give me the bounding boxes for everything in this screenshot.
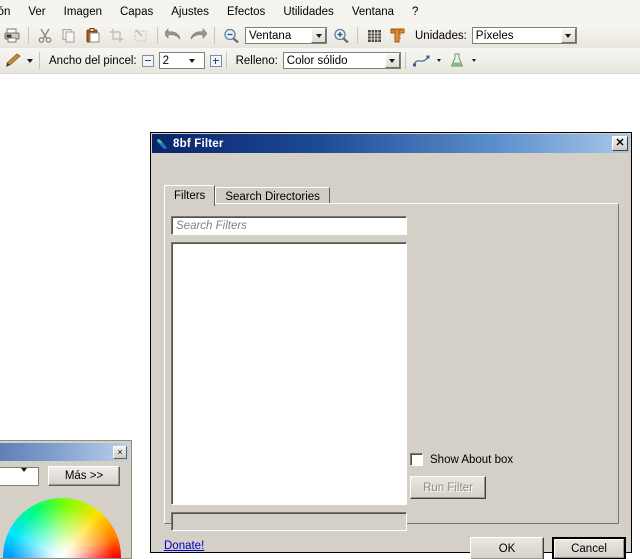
tool-options-toolbar: Ancho del pincel: 2 Relleno: Color sólid… [0,48,640,74]
menu-efectos[interactable]: Efectos [218,2,274,22]
brush-options-chevron-icon[interactable] [24,53,35,69]
palette-title-bar[interactable]: × [0,443,129,461]
paste-icon[interactable] [82,25,104,46]
blend-mode-icon[interactable] [446,50,468,71]
fill-combo[interactable]: Color sólido [282,52,401,69]
brush-width-value: 2 [162,54,169,67]
undo-icon[interactable] [163,25,185,46]
dialog-title-bar[interactable]: 8bf Filter ✕ [152,134,630,153]
color-wheel[interactable] [3,498,121,558]
progress-bar [171,512,407,531]
colors-palette-window: × Más >> [0,440,132,559]
menu-capas[interactable]: Capas [111,2,162,22]
menu-help[interactable]: ? [403,2,427,22]
toolbar-separator [157,27,158,44]
8bf-filter-dialog: 8bf Filter ✕ Filters Search Directories … [150,132,632,559]
dialog-body: Filters Search Directories Search Filter… [151,154,631,559]
curve-type-icon[interactable] [411,50,433,71]
paintbrush-icon[interactable] [1,50,23,71]
chevron-down-icon[interactable] [311,28,326,43]
show-about-box-row[interactable]: Show About box [410,453,513,466]
toolbar-separator [404,52,406,69]
cancel-button[interactable]: Cancel [552,537,626,559]
chevron-down-icon[interactable] [21,467,38,485]
menu-ajustes[interactable]: Ajustes [162,2,218,22]
palette-combo[interactable] [0,466,39,486]
menu-edicion[interactable]: ión [0,2,19,22]
toolbar-separator [225,52,227,69]
cancel-button-label: Cancel [554,539,624,558]
zoom-out-icon[interactable] [220,25,242,46]
more-button[interactable]: Más >> [48,466,120,486]
run-filter-button[interactable]: Run Filter [410,476,486,499]
close-icon[interactable]: × [113,445,127,459]
search-filters-input[interactable]: Search Filters [171,216,407,235]
search-filters-placeholder: Search Filters [176,219,247,232]
redo-icon[interactable] [187,25,209,46]
brush-width-label: Ancho del pincel: [49,54,137,67]
chevron-down-icon[interactable] [384,53,400,68]
units-value: Píxeles [475,29,514,42]
chevron-down-icon[interactable] [188,58,204,63]
palette-top-row: Más >> [0,466,127,486]
cut-icon[interactable] [34,25,56,46]
chevron-down-icon[interactable] [560,28,576,43]
menu-ventana[interactable]: Ventana [343,2,403,22]
menu-bar: ión Ver Imagen Capas Ajustes Efectos Uti… [0,0,640,23]
filter-list[interactable] [171,242,407,505]
zoom-level-value: Ventana [249,29,292,42]
show-about-box-label: Show About box [430,453,514,466]
units-combo[interactable]: Píxeles [471,27,577,44]
menu-imagen[interactable]: Imagen [55,2,111,22]
donate-link[interactable]: Donate! [164,540,204,552]
crop-icon[interactable] [106,25,128,46]
rulers-icon[interactable] [387,25,409,46]
tab-filters[interactable]: Filters [164,185,216,206]
fill-label: Relleno: [235,54,278,67]
palette-body: Más >> [0,461,131,486]
fill-value: Color sólido [286,54,348,67]
toolbar-separator [214,27,215,44]
tab-strip: Filters Search Directories [164,185,330,206]
brush-width-increase-button[interactable] [209,54,222,67]
units-label: Unidades: [415,29,467,42]
application-window: ión Ver Imagen Capas Ajustes Efectos Uti… [0,0,640,559]
main-toolbar: Ventana Unidades: Píxeles [0,23,640,49]
copy-icon[interactable] [58,25,80,46]
ok-button[interactable]: OK [470,537,544,559]
close-icon[interactable]: ✕ [612,136,628,151]
toolbar-separator [39,52,40,69]
brush-width-decrease-button[interactable] [141,54,154,67]
zoom-in-icon[interactable] [330,25,352,46]
toolbar-separator [28,27,29,44]
show-about-box-checkbox[interactable] [410,453,423,466]
print-icon[interactable] [1,25,23,46]
menu-ver[interactable]: Ver [19,2,54,22]
dialog-title: 8bf Filter [173,137,224,150]
curve-type-chevron-icon[interactable] [434,53,445,69]
blend-mode-chevron-icon[interactable] [469,53,480,69]
toolbar-separator [357,27,358,44]
filter-app-icon [155,137,169,151]
grid-icon[interactable] [363,25,385,46]
brush-width-input[interactable]: 2 [158,52,205,69]
deselect-icon[interactable] [130,25,152,46]
zoom-level-combo[interactable]: Ventana [245,27,327,44]
menu-utilidades[interactable]: Utilidades [274,2,343,22]
